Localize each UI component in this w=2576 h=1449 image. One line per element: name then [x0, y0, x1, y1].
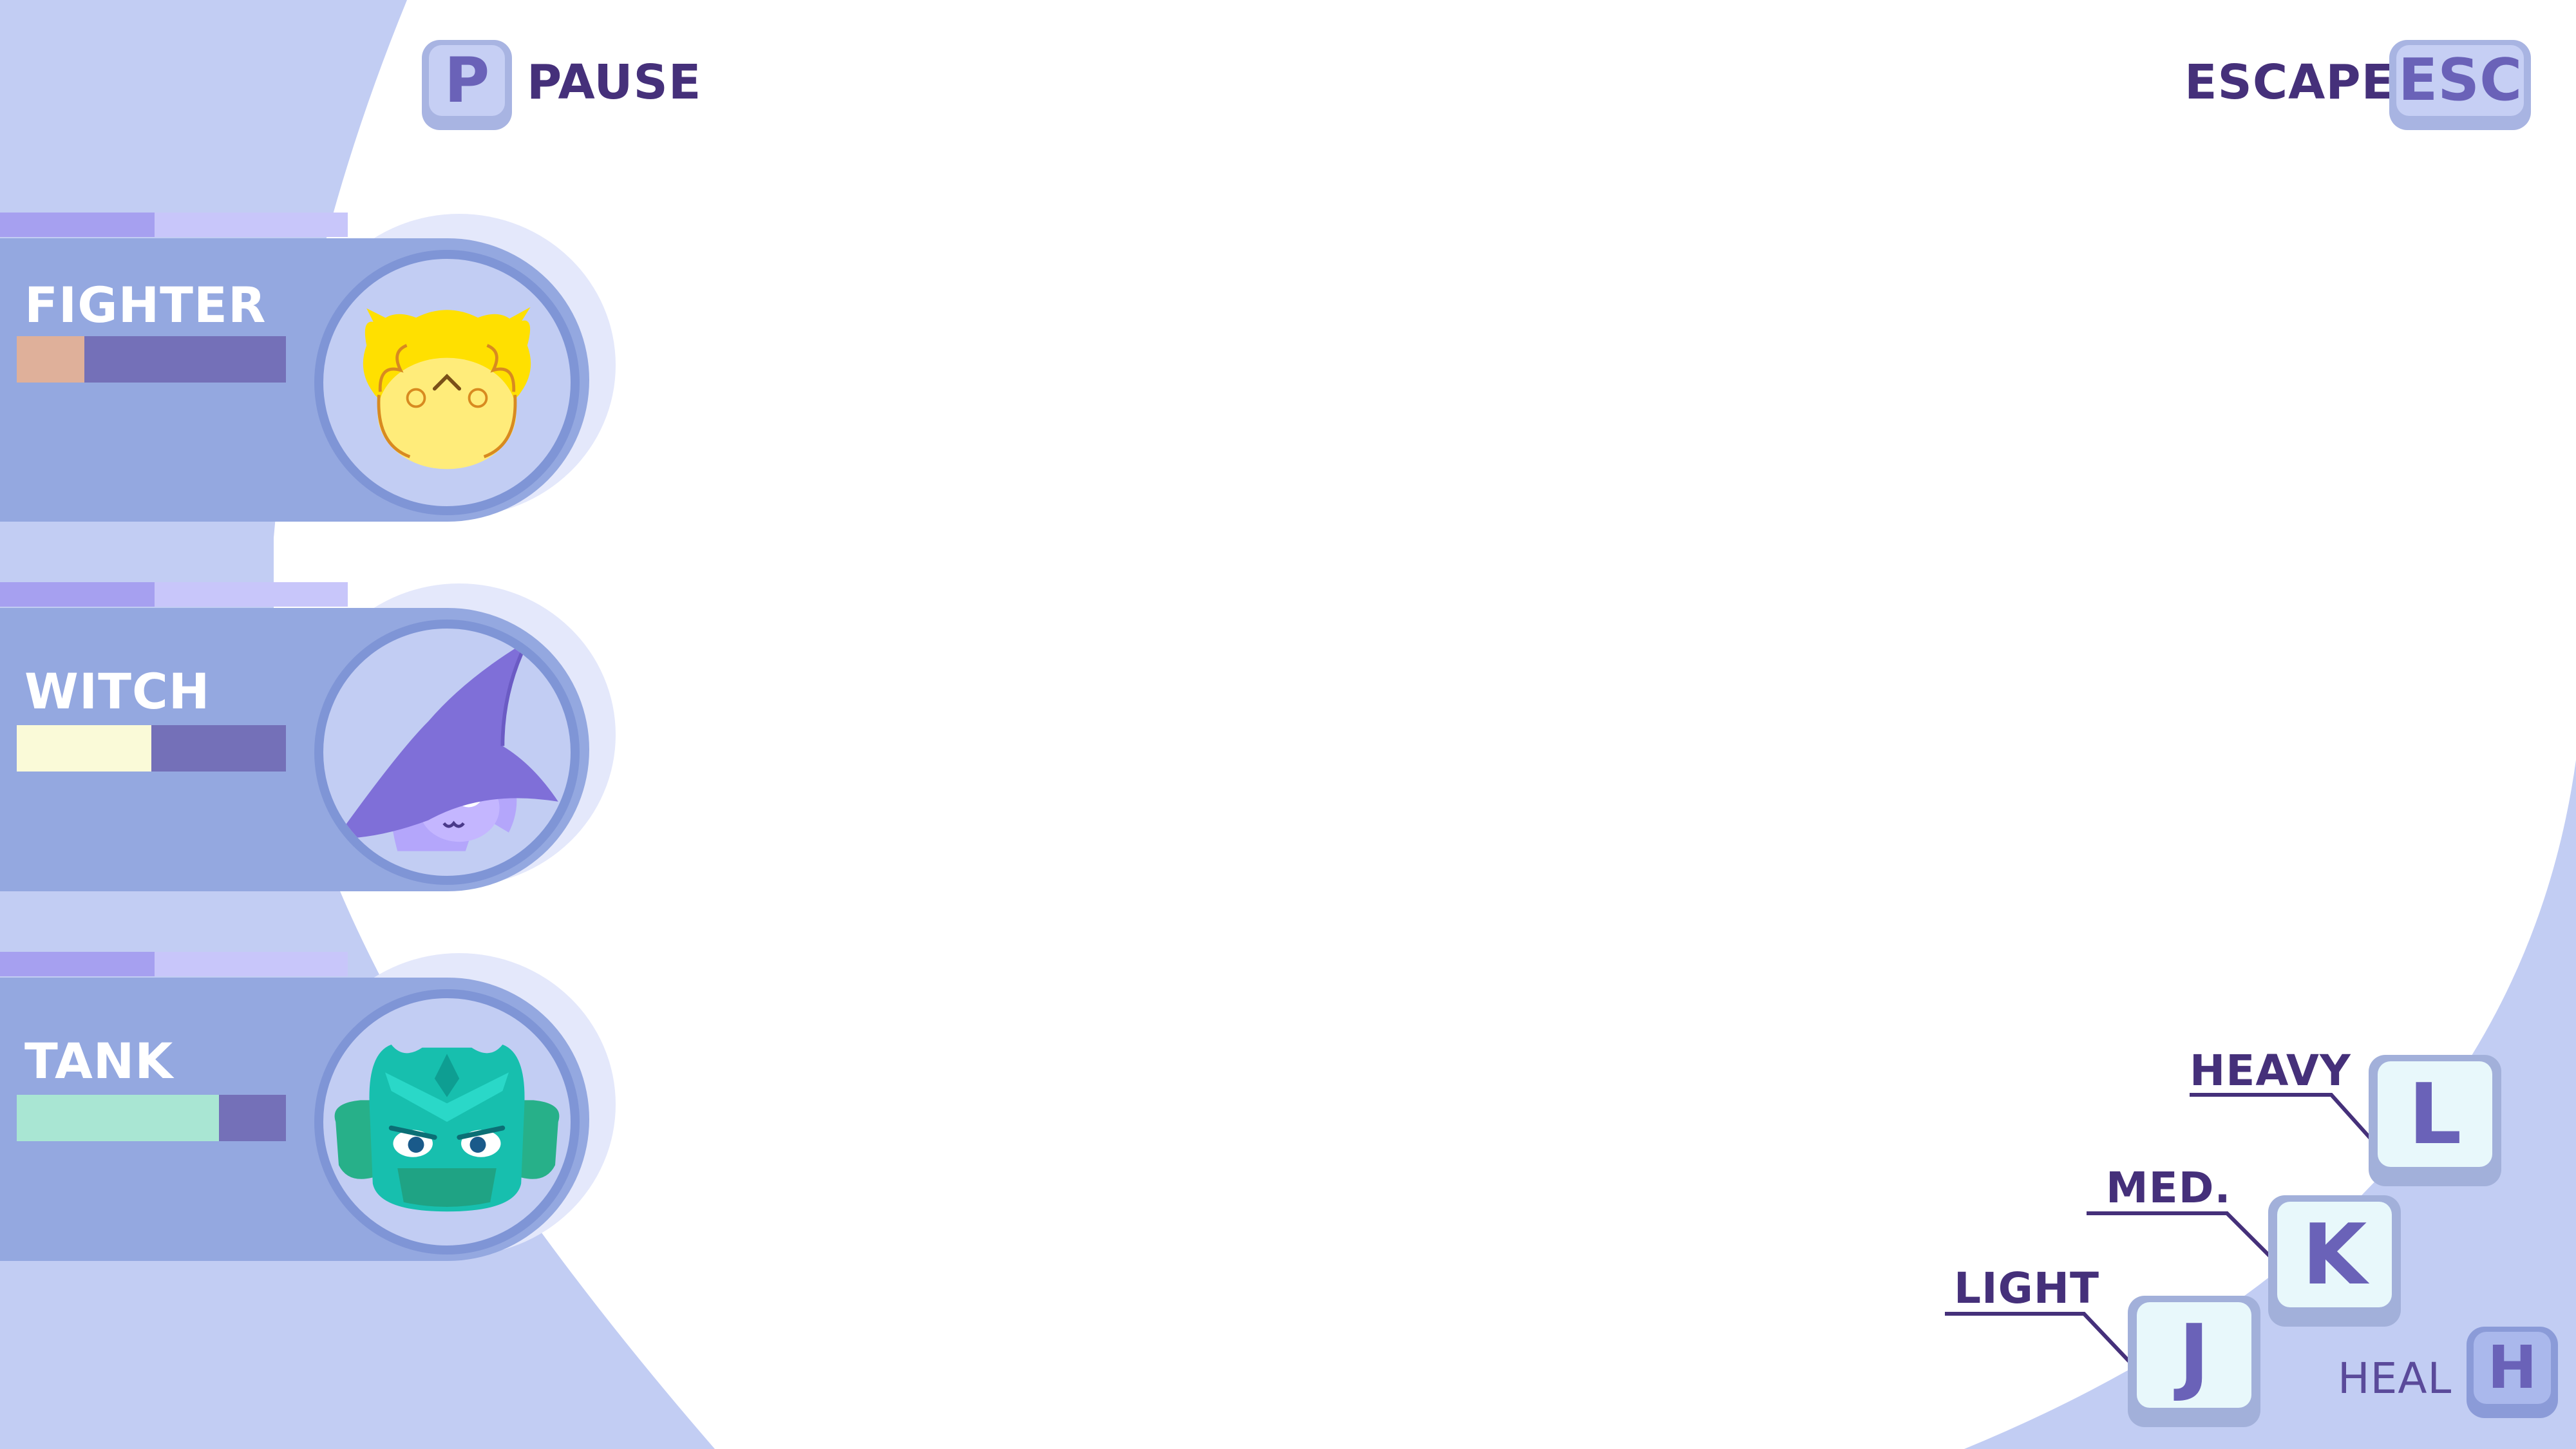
heavy-key-letter: L [2378, 1061, 2492, 1167]
pause-key-letter: P [429, 45, 505, 116]
escape-label: ESCAPE [2184, 55, 2395, 110]
health-bar [17, 336, 286, 383]
heavy-attack-key[interactable]: L [2369, 1055, 2501, 1186]
light-attack-key[interactable]: J [2128, 1296, 2260, 1427]
escape-key[interactable]: ESC [2389, 40, 2531, 130]
character-name: TANK [24, 1032, 174, 1090]
health-bar [17, 1095, 286, 1141]
heavy-attack-label: HEAVY [2190, 1046, 2351, 1095]
panel-tab-strip [0, 952, 348, 976]
panel-tab-strip [0, 213, 348, 237]
character-panel-witch[interactable]: WITCH [0, 582, 618, 891]
medium-attack-label: MED. [2106, 1163, 2231, 1213]
character-name: FIGHTER [24, 276, 267, 334]
health-bar [17, 725, 286, 772]
heal-key-letter: H [2474, 1332, 2551, 1404]
light-attack-label: LIGHT [1954, 1264, 2100, 1313]
character-name: WITCH [24, 663, 211, 720]
health-bar-fill [17, 725, 151, 772]
health-bar-fill [17, 336, 84, 383]
panel-tab-strip [0, 582, 348, 607]
heal-key[interactable]: H [2467, 1327, 2558, 1418]
heal-label: HEAL [2338, 1354, 2452, 1403]
escape-key-letters: ESC [2396, 45, 2524, 116]
witch-portrait-icon [314, 620, 580, 885]
tank-portrait-icon [314, 989, 580, 1255]
pause-key[interactable]: P [422, 40, 512, 130]
character-panel-fighter[interactable]: FIGHTER [0, 213, 618, 522]
medium-attack-key[interactable]: K [2268, 1195, 2401, 1327]
pause-label: PAUSE [527, 55, 702, 110]
medium-key-letter: K [2277, 1202, 2392, 1307]
health-bar-fill [17, 1095, 219, 1141]
light-key-letter: J [2137, 1302, 2251, 1408]
character-panel-tank[interactable]: TANK [0, 952, 618, 1261]
fighter-portrait-icon [314, 250, 580, 515]
